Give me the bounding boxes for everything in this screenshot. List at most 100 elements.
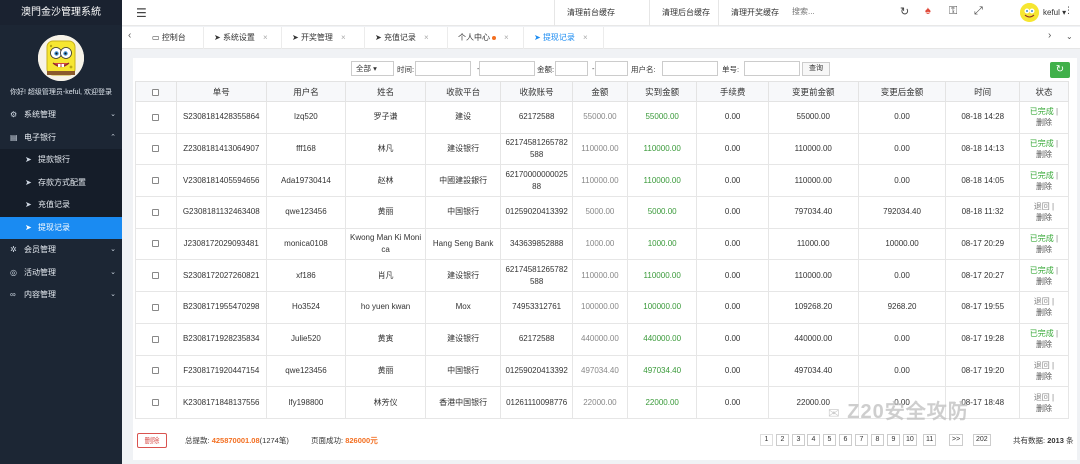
clear-front-cache-button[interactable]: 清理前台缓存 <box>554 0 627 26</box>
batch-delete-button[interactable]: 删除 <box>137 433 167 448</box>
time-start-input[interactable] <box>415 61 471 76</box>
sidebar-item-members[interactable]: ✲ 会员管理 ⌄ <box>0 239 122 262</box>
status-link[interactable]: 已完成 <box>1030 329 1054 338</box>
clear-lottery-cache-button[interactable]: 清理开奖缓存 <box>718 0 791 26</box>
delete-link[interactable]: 删除 <box>1036 404 1052 413</box>
status-link[interactable]: 已完成 <box>1030 234 1054 243</box>
top-bar: ☰ 清理前台缓存 清理后台缓存 清理开奖缓存 ↻ ♠ ⚿ ⤢ keful ▾ ⋮ <box>122 0 1080 26</box>
row-checkbox[interactable] <box>152 113 160 121</box>
lock-icon[interactable]: ⚿ <box>949 5 957 18</box>
query-button[interactable]: 查询 <box>802 62 830 76</box>
status-link[interactable]: 退回 <box>1034 393 1050 402</box>
row-checkbox[interactable] <box>152 367 160 375</box>
page-link[interactable]: 10 <box>903 434 917 446</box>
tab-dashboard[interactable]: ▭ 控制台 <box>142 27 204 49</box>
row-checkbox[interactable] <box>152 145 160 153</box>
row-checkbox[interactable] <box>152 208 160 216</box>
delete-link[interactable]: 删除 <box>1036 150 1052 159</box>
time-end-input[interactable] <box>479 61 535 76</box>
delete-link[interactable]: 删除 <box>1036 340 1052 349</box>
tab-scroll-right-icon[interactable]: › <box>1048 30 1051 41</box>
table-row: G2308181132463408 qwe123456 黄丽 中国银行 01259020… <box>135 196 1070 229</box>
more-icon[interactable]: ⋮ <box>1064 5 1073 16</box>
sidebar-item-withdraw-records[interactable]: ➤ 提现记录 <box>0 216 122 239</box>
tab-system-settings[interactable]: ➤ 系统设置 × <box>204 27 282 49</box>
monitor-icon: ▭ <box>152 33 160 42</box>
delete-link[interactable]: 删除 <box>1036 277 1052 286</box>
tab-lottery-management[interactable]: ➤ 开奖管理 × <box>282 27 365 49</box>
delete-link[interactable]: 删除 <box>1036 213 1052 222</box>
nav-icon: ➤ <box>292 33 299 42</box>
sidebar-item-system[interactable]: ⚙ 系统管理 ⌄ <box>0 104 122 127</box>
order-input[interactable] <box>744 61 800 76</box>
tab-recharge-records[interactable]: ➤ 充值记录 × <box>365 27 448 49</box>
row-checkbox[interactable] <box>152 177 160 185</box>
status-select[interactable]: 全部 ▾ <box>351 61 394 76</box>
row-checkbox[interactable] <box>152 335 160 343</box>
row-checkbox[interactable] <box>152 272 160 280</box>
tab-withdraw-records[interactable]: ➤ 提现记录 × <box>524 27 604 49</box>
page-link[interactable]: 8 <box>871 434 884 446</box>
row-checkbox[interactable] <box>152 303 160 311</box>
page-link[interactable]: 11 <box>923 434 937 446</box>
refresh-icon[interactable]: ↻ <box>900 5 909 18</box>
row-checkbox[interactable] <box>152 240 160 248</box>
page-link[interactable]: 202 <box>973 434 991 446</box>
status-link[interactable]: 已完成 <box>1030 139 1054 148</box>
status-link[interactable]: 已完成 <box>1030 107 1054 116</box>
close-icon[interactable]: × <box>341 33 346 42</box>
delete-link[interactable]: 删除 <box>1036 118 1052 127</box>
close-icon[interactable]: × <box>424 33 429 42</box>
app: 澳門金沙管理系統 你好! 超级管理员-keful, 欢迎登录 ⚙ 系统管理 ⌄ … <box>0 0 1080 464</box>
bell-icon[interactable]: ♠ <box>925 5 931 17</box>
status-link[interactable]: 退回 <box>1034 202 1050 211</box>
page-link[interactable]: 1 <box>760 434 773 446</box>
status-link[interactable]: 退回 <box>1034 361 1050 370</box>
amount-max-input[interactable] <box>595 61 628 76</box>
total-label: 总提款: <box>185 436 210 445</box>
delete-link[interactable]: 删除 <box>1036 308 1052 317</box>
tab-personal-center[interactable]: 个人中心 × <box>448 27 524 49</box>
search-input[interactable] <box>792 7 882 16</box>
row-checkbox[interactable] <box>152 398 160 406</box>
cell-time: 08-17 20:29 <box>945 227 1020 261</box>
close-icon[interactable]: × <box>504 33 509 42</box>
tab-scroll-left-icon[interactable]: ‹ <box>128 30 131 41</box>
amount-min-input[interactable] <box>555 61 588 76</box>
sidebar-item-ebank[interactable]: ▤ 电子银行 ⌃ <box>0 127 122 150</box>
sidebar-item-content[interactable]: ∞ 内容管理 ⌄ <box>0 284 122 307</box>
cell-fee: 0.00 <box>696 101 769 134</box>
notification-dot <box>492 35 496 40</box>
cell-status: 已完成 | 删除 <box>1018 322 1070 356</box>
page-link[interactable]: 9 <box>887 434 900 446</box>
user-menu[interactable]: keful ▾ <box>1043 8 1066 17</box>
select-all-checkbox[interactable] <box>152 88 160 96</box>
sidebar-item-activities[interactable]: ◎ 活动管理 ⌄ <box>0 262 122 285</box>
sidebar-item-recharge-records[interactable]: ➤ 充值记录 <box>0 194 122 217</box>
delete-link[interactable]: 删除 <box>1036 182 1052 191</box>
page-link[interactable]: 3 <box>792 434 805 446</box>
sidebar-item-deposit-config[interactable]: ➤ 存款方式配置 <box>0 171 122 194</box>
refresh-button[interactable]: ↻ <box>1050 62 1070 78</box>
close-icon[interactable]: × <box>263 33 268 42</box>
close-icon[interactable]: × <box>583 33 588 42</box>
clear-back-cache-button[interactable]: 清理后台缓存 <box>649 0 722 26</box>
menu-toggle-icon[interactable]: ☰ <box>136 6 147 20</box>
page-link[interactable]: 7 <box>855 434 868 446</box>
page-link[interactable]: 4 <box>807 434 820 446</box>
status-link[interactable]: 已完成 <box>1030 171 1054 180</box>
chevron-down-icon[interactable]: ⌄ <box>1066 32 1073 41</box>
sidebar-item-withdraw-bank[interactable]: ➤ 提款银行 <box>0 149 122 172</box>
delete-link[interactable]: 删除 <box>1036 245 1052 254</box>
page-link[interactable]: 5 <box>823 434 836 446</box>
status-link[interactable]: 已完成 <box>1030 266 1054 275</box>
delete-link[interactable]: 删除 <box>1036 372 1052 381</box>
user-avatar[interactable] <box>1020 3 1039 22</box>
status-link[interactable]: 退回 <box>1034 297 1050 306</box>
fullscreen-icon[interactable]: ⤢ <box>974 5 983 18</box>
page-link[interactable]: >> <box>949 434 964 446</box>
avatar[interactable] <box>38 35 84 81</box>
page-link[interactable]: 6 <box>839 434 852 446</box>
username-input[interactable] <box>662 61 718 76</box>
page-link[interactable]: 2 <box>776 434 789 446</box>
